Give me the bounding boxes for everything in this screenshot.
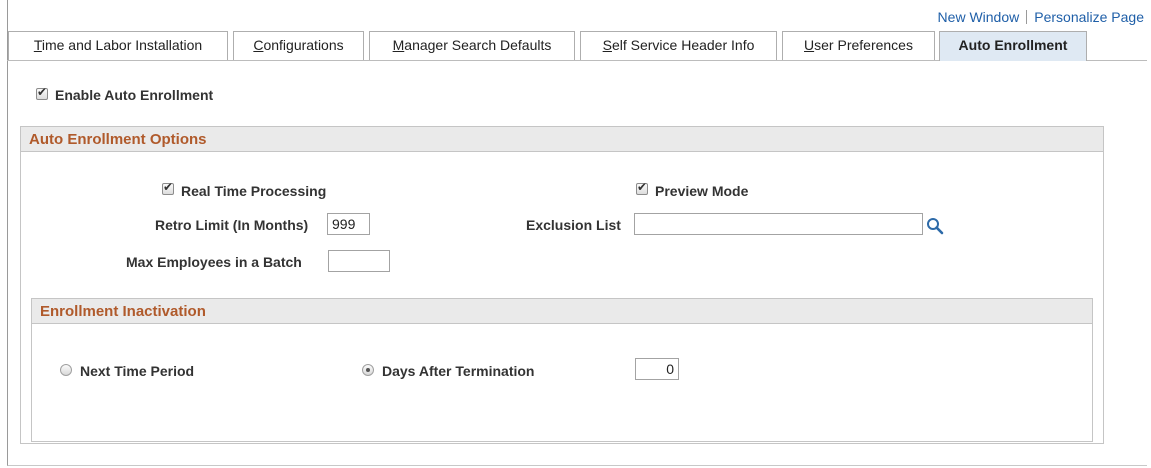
- tab-label: onfigurations: [263, 37, 344, 53]
- retro-limit-input[interactable]: 999: [327, 213, 370, 235]
- tab-access-key: M: [392, 37, 405, 53]
- tab-access-key: T: [33, 37, 42, 53]
- tab-manager-search-defaults[interactable]: Manager Search Defaults: [369, 31, 575, 60]
- tab-configurations[interactable]: Configurations: [233, 31, 364, 60]
- personalize-page-link[interactable]: Personalize Page: [1034, 9, 1144, 25]
- check-icon: ✔: [163, 180, 174, 194]
- next-time-period-radio[interactable]: [60, 364, 72, 376]
- tab-label: anager Search Defaults: [404, 37, 552, 53]
- preview-mode-checkbox[interactable]: ✔: [636, 180, 648, 195]
- tab-access-key: U: [804, 37, 815, 53]
- tab-auto-enrollment[interactable]: Auto Enrollment: [939, 31, 1087, 61]
- auto-enrollment-options-title: Auto Enrollment Options: [21, 127, 1103, 152]
- next-time-period-label: Next Time Period: [80, 363, 195, 379]
- tab-label: ser Preferences: [814, 37, 913, 53]
- days-after-termination-input[interactable]: 0: [635, 358, 679, 380]
- exclusion-list-label: Exclusion List: [526, 217, 621, 233]
- tab-user-preferences[interactable]: User Preferences: [782, 31, 935, 60]
- check-icon: ✔: [37, 85, 48, 99]
- tab-label: ime and Labor Installation: [41, 37, 203, 53]
- top-links: New Window Personalize Page: [938, 9, 1144, 25]
- tab-label: elf Service Header Info: [611, 37, 755, 53]
- enrollment-inactivation-title: Enrollment Inactivation: [32, 299, 1092, 324]
- new-window-link[interactable]: New Window: [938, 9, 1020, 25]
- link-separator: [1026, 10, 1028, 24]
- real-time-processing-checkbox[interactable]: ✔: [162, 180, 174, 195]
- radio-selected-dot: [366, 368, 370, 372]
- days-after-termination-label: Days After Termination: [382, 363, 535, 379]
- exclusion-list-input[interactable]: [634, 213, 923, 235]
- days-after-termination-radio[interactable]: [362, 364, 374, 376]
- real-time-processing-label: Real Time Processing: [181, 183, 327, 199]
- tab-self-service-header-info[interactable]: Self Service Header Info: [580, 31, 777, 60]
- tab-access-key: S: [602, 37, 612, 53]
- preview-mode-label: Preview Mode: [655, 183, 749, 199]
- tab-bar: Time and Labor Installation Configuratio…: [7, 31, 1147, 61]
- tab-access-key: C: [253, 37, 264, 53]
- check-icon: ✔: [637, 180, 648, 194]
- enable-auto-enrollment-label: Enable Auto Enrollment: [55, 87, 214, 103]
- max-employees-input[interactable]: [328, 250, 390, 272]
- search-icon[interactable]: [926, 217, 944, 235]
- tab-label: Auto Enrollment: [958, 37, 1068, 53]
- retro-limit-label: Retro Limit (In Months): [155, 217, 309, 233]
- tab-time-and-labor-installation[interactable]: Time and Labor Installation: [8, 31, 228, 60]
- enable-auto-enrollment-checkbox[interactable]: ✔: [36, 85, 48, 100]
- max-employees-label: Max Employees in a Batch: [126, 254, 302, 270]
